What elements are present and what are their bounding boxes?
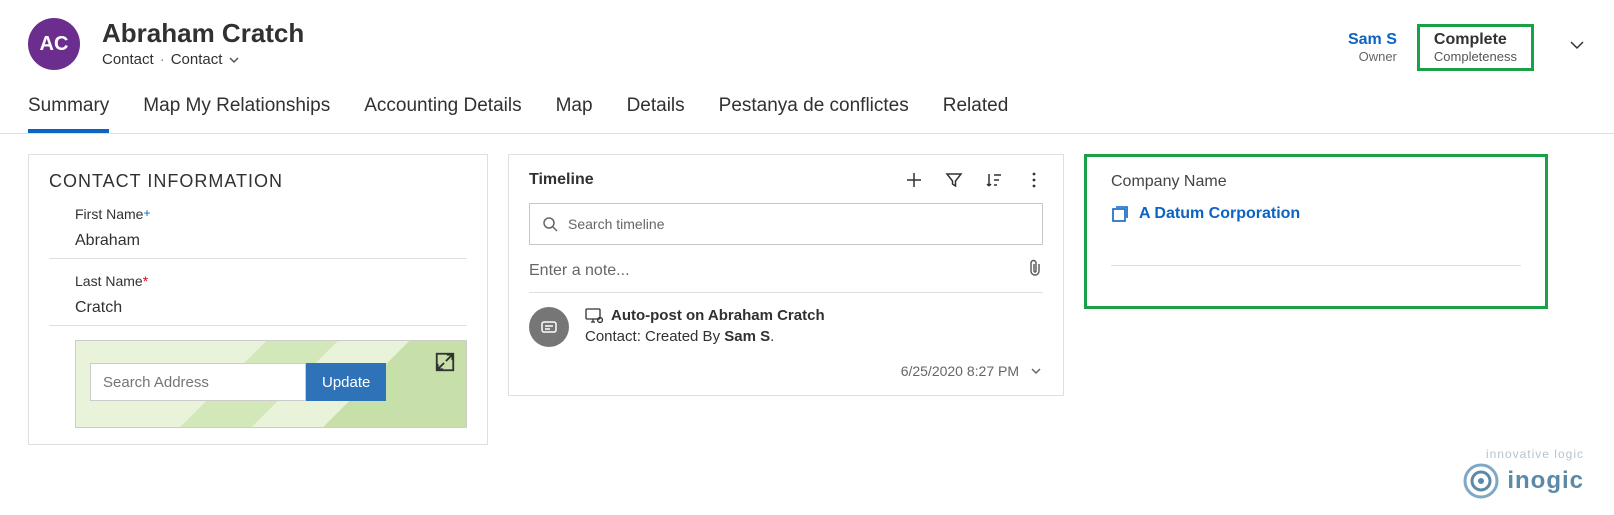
tab-accounting-details[interactable]: Accounting Details [364, 95, 521, 133]
company-value: A Datum Corporation [1139, 205, 1300, 223]
required-icon: * [143, 273, 148, 289]
contact-info-panel: CONTACT INFORMATION First Name+ Abraham … [28, 154, 488, 445]
add-icon[interactable] [905, 171, 923, 189]
completeness-label: Completeness [1434, 49, 1517, 64]
timeline-search[interactable]: Search timeline [529, 203, 1043, 245]
header-expand-chevron[interactable] [1568, 36, 1586, 59]
entity-name: Contact [102, 51, 154, 68]
search-address-input[interactable] [90, 363, 306, 401]
monitor-icon [585, 308, 603, 324]
attachment-icon[interactable] [1027, 259, 1043, 282]
record-header: AC Abraham Cratch Contact · Contact Sam … [0, 0, 1614, 81]
timeline-title: Timeline [529, 171, 905, 189]
brand-name: inogic [1507, 467, 1584, 495]
more-icon[interactable] [1025, 171, 1043, 189]
section-title: CONTACT INFORMATION [49, 171, 467, 192]
chevron-down-icon[interactable] [228, 54, 240, 66]
search-placeholder: Search timeline [568, 216, 665, 232]
page-title: Abraham Cratch [102, 18, 1348, 49]
note-input-row[interactable]: Enter a note... [529, 259, 1043, 282]
sort-icon[interactable] [985, 171, 1003, 189]
avatar: AC [28, 18, 80, 70]
last-name-label: Last Name* [49, 273, 467, 289]
completeness-block[interactable]: Complete Completeness [1417, 24, 1534, 71]
last-name-field[interactable]: Cratch [49, 289, 467, 326]
tab-details[interactable]: Details [627, 95, 685, 133]
header-right: Sam S Owner Complete Completeness [1348, 24, 1586, 71]
brand-logo-icon [1461, 461, 1501, 501]
note-placeholder: Enter a note... [529, 262, 1027, 280]
map-widget[interactable]: Update [75, 340, 467, 428]
recommended-icon: + [143, 206, 150, 220]
form-name[interactable]: Contact [171, 51, 223, 68]
activity-title: Auto-post on Abraham Cratch [611, 307, 825, 324]
activity-subtitle: Contact: Created By Sam S. [585, 328, 1043, 345]
content-area: CONTACT INFORMATION First Name+ Abraham … [0, 134, 1614, 465]
first-name-field[interactable]: Abraham [49, 222, 467, 259]
update-button[interactable]: Update [306, 363, 386, 401]
branding: innovative logic inogic [1461, 447, 1584, 501]
tab-conflicts[interactable]: Pestanya de conflictes [719, 95, 909, 133]
owner-label: Owner [1348, 49, 1397, 64]
expand-icon[interactable] [434, 351, 456, 373]
owner-name: Sam S [1348, 31, 1397, 49]
title-block: Abraham Cratch Contact · Contact [102, 18, 1348, 68]
owner-block[interactable]: Sam S Owner [1348, 31, 1397, 64]
tab-map-relationships[interactable]: Map My Relationships [143, 95, 330, 133]
first-name-label: First Name+ [49, 206, 467, 222]
chevron-down-icon[interactable] [1029, 364, 1043, 378]
activity-date: 6/25/2020 8:27 PM [901, 363, 1019, 379]
system-post-icon [529, 307, 569, 347]
record-icon [1111, 205, 1129, 223]
activity-item[interactable]: Auto-post on Abraham Cratch Contact: Cre… [529, 307, 1043, 379]
filter-icon[interactable] [945, 171, 963, 189]
tab-related[interactable]: Related [943, 95, 1009, 133]
timeline-panel: Timeline Search timeline Enter a note... [508, 154, 1064, 396]
search-icon [542, 216, 558, 232]
completeness-value: Complete [1434, 31, 1517, 49]
tab-bar: Summary Map My Relationships Accounting … [0, 81, 1614, 134]
brand-tagline: innovative logic [1461, 447, 1584, 461]
company-label: Company Name [1111, 173, 1521, 191]
company-panel: Company Name A Datum Corporation [1084, 154, 1548, 309]
tab-summary[interactable]: Summary [28, 95, 109, 133]
company-link[interactable]: A Datum Corporation [1111, 205, 1521, 223]
separator: · [160, 51, 165, 68]
subtitle-row: Contact · Contact [102, 51, 1348, 68]
tab-map[interactable]: Map [556, 95, 593, 133]
